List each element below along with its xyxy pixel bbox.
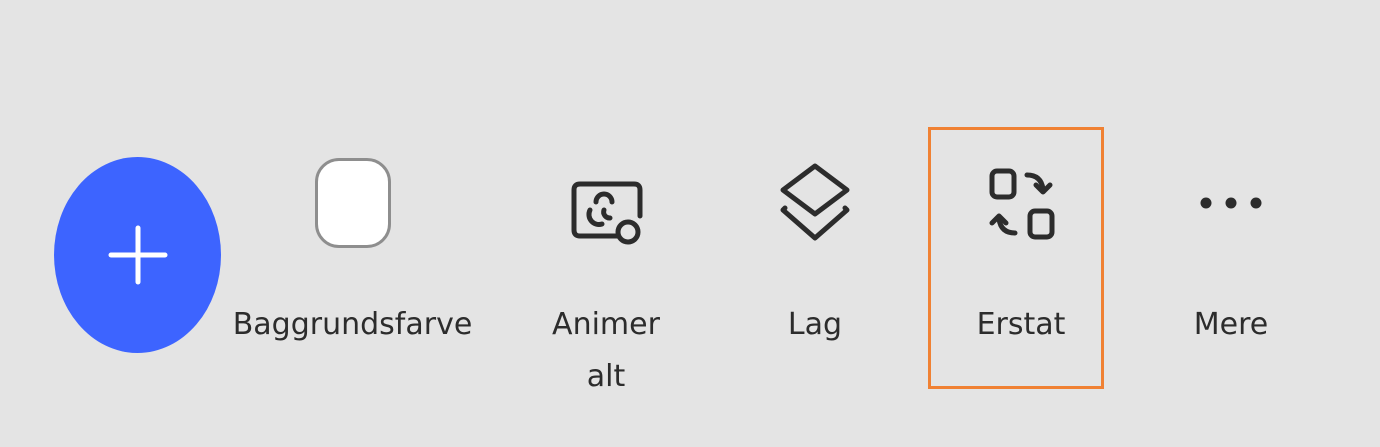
more-label: Mere (1193, 307, 1269, 342)
layers-label: Lag (787, 307, 843, 342)
layers-button[interactable]: Lag (740, 155, 890, 365)
animate-all-button[interactable]: Animer alt (530, 160, 682, 400)
background-color-button[interactable]: Baggrundsfarve (230, 150, 475, 360)
add-button[interactable] (54, 157, 221, 353)
animate-all-label-line-2: alt (586, 359, 626, 394)
plus-icon (108, 225, 167, 285)
more-button[interactable]: Mere (1155, 155, 1307, 365)
more-icon (1200, 197, 1262, 209)
color-swatch-icon (314, 158, 391, 248)
replace-button[interactable]: Erstat (945, 155, 1097, 365)
animate-icon (571, 181, 643, 245)
bottom-toolbar: Baggrundsfarve Animer alt Lag Erstat Mer… (0, 0, 1380, 447)
background-color-label: Baggrundsfarve (232, 307, 473, 342)
layers-icon (780, 163, 850, 241)
replace-icon (989, 168, 1055, 240)
animate-all-label-line-1: Animer (552, 307, 660, 342)
replace-label: Erstat (976, 307, 1066, 342)
